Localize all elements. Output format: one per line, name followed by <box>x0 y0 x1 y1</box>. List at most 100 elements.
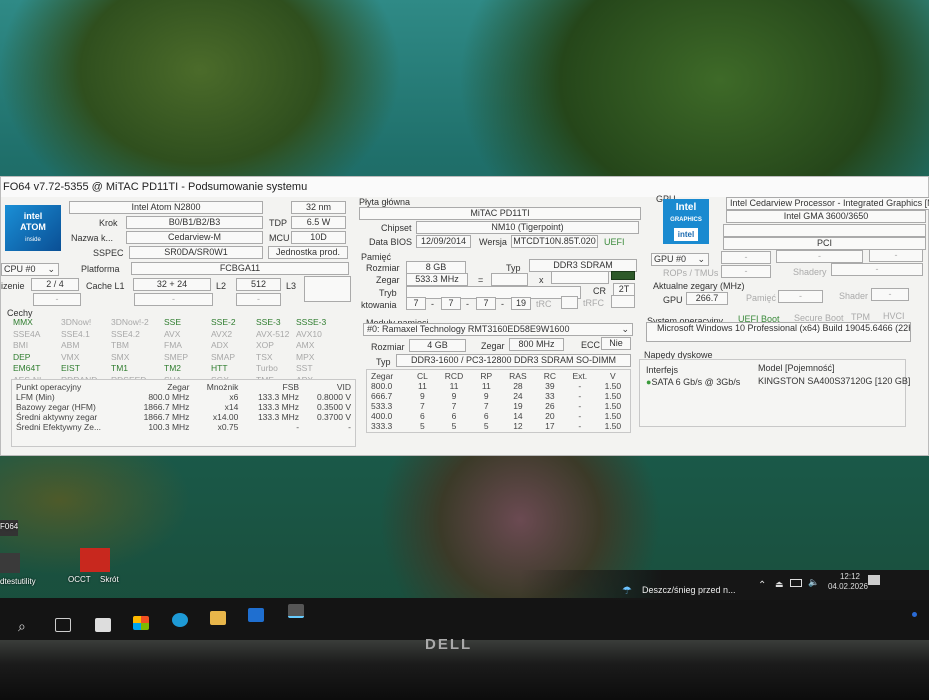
module-size-label: Rozmiar <box>371 342 405 352</box>
table-cell: 133.3 MHz <box>257 392 300 402</box>
cpu-cores: 2 / 4 <box>31 278 79 291</box>
search-icon[interactable]: ⌕ <box>18 618 26 635</box>
table-cell: Średni aktywny zegar <box>16 412 98 422</box>
weather-text[interactable]: Deszcz/śnieg przed n... <box>642 585 736 595</box>
table-cell: - <box>578 421 582 431</box>
table-cell: 6 <box>483 411 489 421</box>
memory-timings-table: Zegar CL RCD RP RAS RC Ext. V 800.0 11 11 11 28 39 - 1.… <box>367 371 630 431</box>
drive-row[interactable]: ●SATA 6 Gb/s @ 3Gb/s <box>646 377 740 387</box>
outlook-icon[interactable] <box>248 608 264 622</box>
table-cell: 1866.7 MHz <box>143 412 190 422</box>
table-cell: 7 <box>483 401 489 411</box>
uefi-badge: UEFI <box>604 237 625 247</box>
table-cell: x0.75 <box>217 422 239 432</box>
usb-icon[interactable]: ⏏ <box>775 579 784 590</box>
module-selector-dropdown[interactable]: #0: Ramaxel Technology RMT3160ED58E9W160… <box>363 323 633 336</box>
gpu-mem-clock-label: Pamięć <box>746 293 777 303</box>
prod-unit-button[interactable]: Jednostka prod. <box>268 246 348 259</box>
table-row: 533.3 7 7 7 19 26 - 1.50 <box>367 401 630 411</box>
column-header: Ext. <box>572 371 588 381</box>
column-header: FSB <box>282 382 300 392</box>
chevron-down-icon: ⌄ <box>697 254 705 264</box>
window-title: FO64 v7.72-5355 @ MiTAC PD11TI - Podsumo… <box>1 177 928 197</box>
sspec-label: SSPEC <box>93 248 124 258</box>
tray-chevron-icon[interactable]: ⌃ <box>758 580 766 591</box>
table-cell: LFM (Min) <box>16 392 55 402</box>
ecc-label: ECC <box>581 340 601 350</box>
column-header: V <box>610 371 616 381</box>
cpu-feature: ADX <box>211 340 229 350</box>
table-cell: 1.50 <box>604 401 622 411</box>
cpu-selector-dropdown[interactable]: CPU #0 ⌄ <box>1 263 59 276</box>
cpu-feature: TSX <box>256 351 273 362</box>
power-led-icon <box>912 612 917 617</box>
volume-icon[interactable]: 🔈 <box>808 577 819 588</box>
cpu-feature: SSE <box>164 317 182 327</box>
table-header-row: Punkt operacyjny Zegar Mnożnik FSB VID <box>12 382 355 392</box>
cpu-feature: AVX <box>164 328 181 339</box>
table-cell: 11 <box>449 381 459 391</box>
gpu-selector-dropdown[interactable]: GPU #0 ⌄ <box>651 253 709 266</box>
gpu-clock-label: GPU <box>663 295 683 305</box>
shaders-label: Shadery <box>793 267 827 277</box>
task-view-icon[interactable] <box>55 618 71 632</box>
cpu-selector-value: CPU #0 <box>4 264 36 274</box>
table-cell: - <box>578 411 582 421</box>
table-cell: 1.50 <box>604 391 622 401</box>
table-cell: x6 <box>229 392 239 402</box>
table-cell: 5 <box>483 421 489 431</box>
chevron-down-icon: ⌄ <box>47 264 55 274</box>
desktop-icon-dtest[interactable] <box>0 553 20 573</box>
cpu-feature: XOP <box>256 340 274 350</box>
cpu-feature: SSE-3 <box>256 317 281 327</box>
board-label: Płyta główna <box>359 197 411 207</box>
cpu-process: 32 nm <box>291 201 346 214</box>
table-cell: 333.3 <box>371 421 393 431</box>
timing-sep: - <box>431 299 434 309</box>
copilot-icon[interactable] <box>133 616 149 630</box>
cpu-feature: AVX2 <box>211 328 233 339</box>
mem-multiplier <box>551 271 609 284</box>
gpu-clock: 266.7 <box>686 292 728 305</box>
edge-icon[interactable] <box>172 613 188 627</box>
notifications-icon[interactable] <box>868 575 880 585</box>
cpu-l2: 512 <box>236 278 281 291</box>
cpu-feature: TM2 <box>164 363 181 373</box>
network-icon[interactable] <box>790 579 802 587</box>
gpu-field-3: - <box>869 249 923 262</box>
module-clock-label: Zegar <box>481 341 505 351</box>
timing-sep: - <box>466 299 469 309</box>
desktop-icon-label: dtestutility <box>0 577 36 586</box>
tpm-badge: TPM <box>851 312 870 322</box>
cpu-feature: SSE-2 <box>211 317 236 327</box>
desktop-icon-occt[interactable] <box>80 548 110 572</box>
weather-rain-icon[interactable]: ☂ <box>622 584 632 597</box>
column-header: Zegar <box>371 371 394 381</box>
column-header: Mnożnik <box>206 382 239 392</box>
cpu-feature: AVX10 <box>296 328 322 339</box>
timing-trfc <box>611 295 635 308</box>
cpu-l1-2: - <box>134 293 213 306</box>
bios-version: MTCDT10N.85T.020 <box>511 235 598 248</box>
hwinfo-taskbar-icon[interactable] <box>288 604 304 618</box>
table-cell: 9 <box>451 391 457 401</box>
cpu-feature: 3DNow!-2 <box>111 317 149 327</box>
file-explorer-icon[interactable] <box>210 611 226 625</box>
table-cell: 133.3 MHz <box>257 402 300 412</box>
timing-rcd: 7 <box>441 297 461 310</box>
clock-time[interactable]: 12:12 <box>830 572 870 581</box>
store-icon[interactable] <box>95 618 111 632</box>
gpu-field-2: - <box>776 250 863 263</box>
table-cell: 800.0 MHz <box>148 392 190 402</box>
chevron-down-icon: ⌄ <box>621 324 629 334</box>
table-cell: 12 <box>513 421 523 431</box>
table-header-row: Zegar CL RCD RP RAS RC Ext. V <box>367 371 630 381</box>
table-cell: - <box>578 401 582 411</box>
drive-model[interactable]: KINGSTON SA400S37120G [120 GB] <box>758 376 910 386</box>
mem-clock-label: Zegar <box>376 275 400 285</box>
gpu-name: Intel Cedarview Processor - Integrated G… <box>726 197 929 210</box>
cpu-feature: SSSE-3 <box>296 317 327 327</box>
cpu-feature: TBM <box>111 340 129 350</box>
table-cell: 0.8000 V <box>316 392 351 402</box>
intel-atom-logo: intel ATOM inside <box>5 205 61 251</box>
